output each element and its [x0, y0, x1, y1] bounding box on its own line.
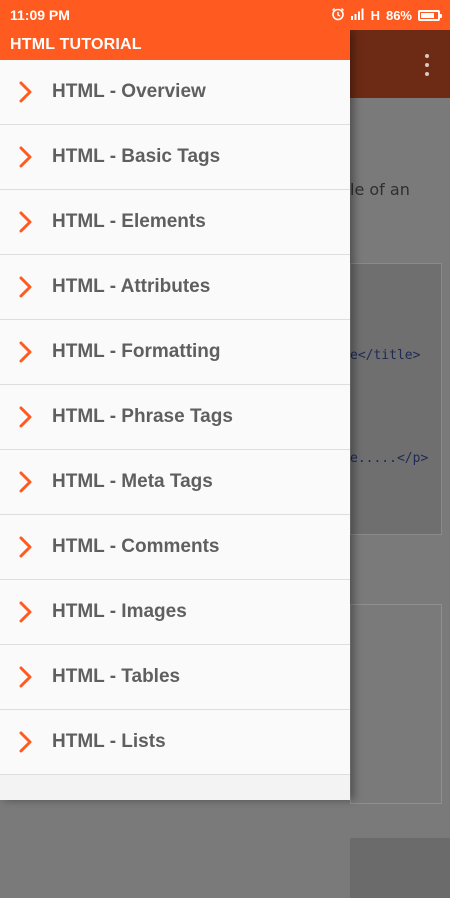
drawer-item[interactable]: HTML - Basic Tags: [0, 125, 350, 190]
drawer-item-label: HTML - Comments: [52, 536, 220, 557]
drawer-list: HTML - Overview HTML - Basic Tags HTML - E…: [0, 60, 350, 775]
drawer-item-label: HTML - Attributes: [52, 276, 211, 297]
status-time: 11:09 PM: [10, 7, 70, 23]
navigation-drawer: HTML TUTORIAL HTML - Overview HTML - Basi…: [0, 30, 350, 800]
signal-icon: [350, 8, 365, 23]
background-code-block-2: [350, 604, 442, 804]
background-code-line: e.....</p>: [350, 451, 429, 466]
status-icons: H 86%: [331, 7, 442, 24]
battery-icon: [418, 9, 442, 21]
drawer-item[interactable]: HTML - Phrase Tags: [0, 385, 350, 450]
alarm-icon: [331, 7, 345, 24]
drawer-item[interactable]: HTML - Images: [0, 580, 350, 645]
chevron-right-icon: [0, 341, 52, 363]
drawer-item[interactable]: HTML - Meta Tags: [0, 450, 350, 515]
chevron-right-icon: [0, 601, 52, 623]
overflow-menu-icon[interactable]: [424, 54, 430, 76]
drawer-item-label: HTML - Formatting: [52, 341, 221, 362]
drawer-item[interactable]: HTML - Formatting: [0, 320, 350, 385]
drawer-item-label: HTML - Lists: [52, 731, 166, 752]
drawer-item[interactable]: HTML - Tables: [0, 645, 350, 710]
chevron-right-icon: [0, 211, 52, 233]
drawer-item-label: HTML - Meta Tags: [52, 471, 213, 492]
background-paragraph: le of an: [350, 180, 410, 199]
chevron-right-icon: [0, 406, 52, 428]
chevron-right-icon: [0, 276, 52, 298]
network-type: H: [370, 7, 380, 23]
background-code-block: [350, 263, 442, 535]
chevron-right-icon: [0, 666, 52, 688]
drawer-item-label: HTML - Images: [52, 601, 187, 622]
chevron-right-icon: [0, 536, 52, 558]
drawer-item[interactable]: HTML - Lists: [0, 710, 350, 775]
chevron-right-icon: [0, 471, 52, 493]
drawer-item-label: HTML - Tables: [52, 666, 181, 687]
status-bar: 11:09 PM H 86%: [0, 0, 450, 30]
drawer-item-label: HTML - Basic Tags: [52, 146, 221, 167]
drawer-item[interactable]: HTML - Overview: [0, 60, 350, 125]
battery-percent: 86%: [385, 7, 412, 23]
drawer-item[interactable]: HTML - Comments: [0, 515, 350, 580]
drawer-item-label: HTML - Overview: [52, 81, 206, 102]
background-code-line: e</title>: [350, 348, 421, 363]
drawer-item[interactable]: HTML - Elements: [0, 190, 350, 255]
chevron-right-icon: [0, 146, 52, 168]
drawer-item[interactable]: HTML - Attributes: [0, 255, 350, 320]
drawer-item-label: HTML - Phrase Tags: [52, 406, 233, 427]
chevron-right-icon: [0, 731, 52, 753]
drawer-title: HTML TUTORIAL: [0, 30, 350, 60]
chevron-right-icon: [0, 81, 52, 103]
background-footer: [350, 838, 450, 898]
drawer-item-label: HTML - Elements: [52, 211, 206, 232]
